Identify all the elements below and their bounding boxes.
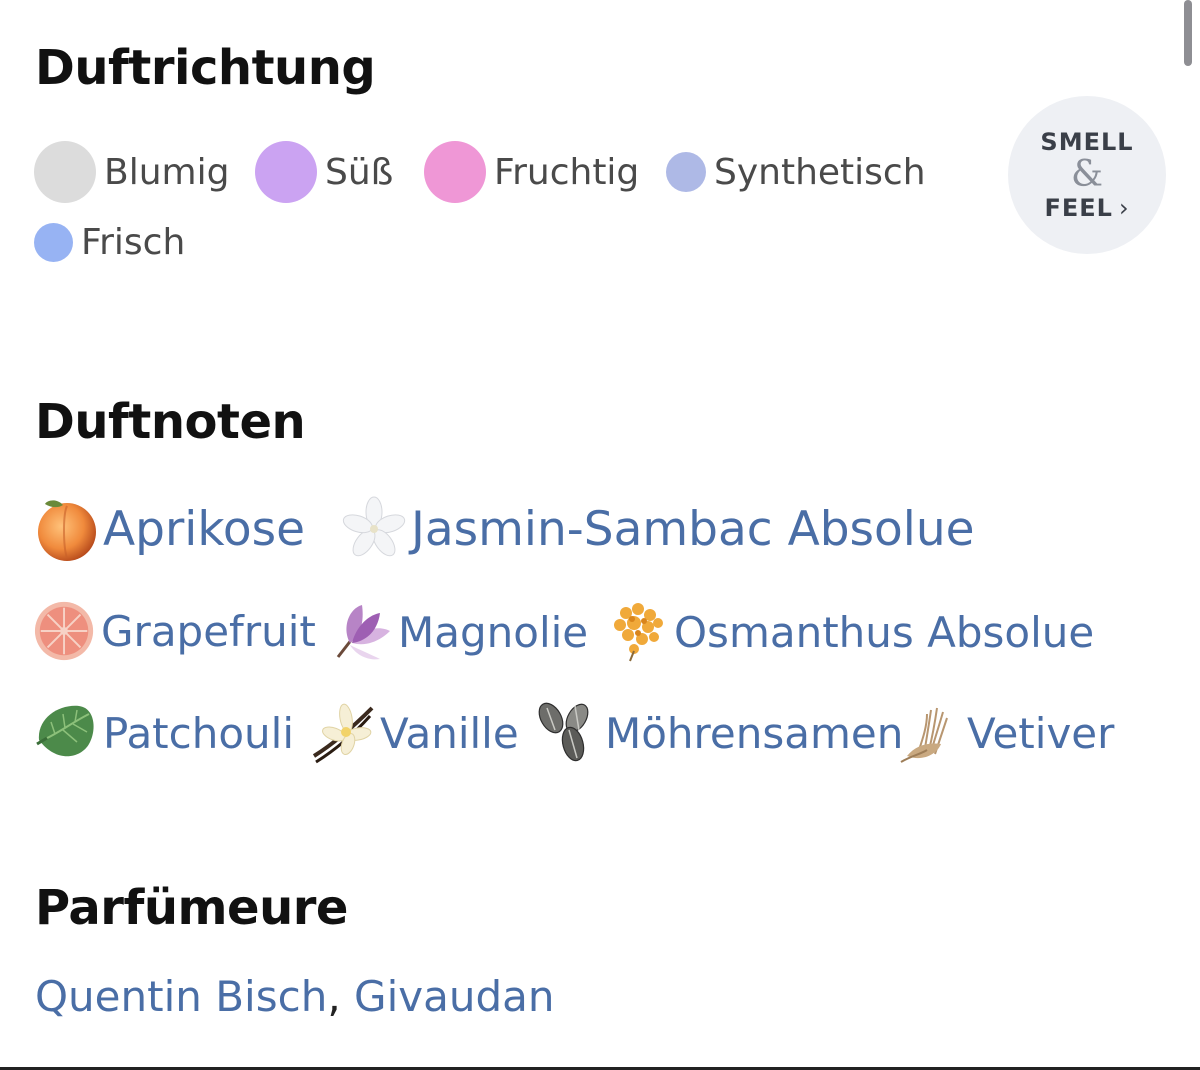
- note-label: Patchouli: [103, 708, 295, 758]
- note-grapefruit[interactable]: Grapefruit: [33, 599, 316, 663]
- accord-dot: [34, 222, 73, 262]
- perfumers-title: Parfümeure: [35, 880, 348, 936]
- note-label: Vanille: [380, 708, 519, 758]
- note-label: Osmanthus Absolue: [674, 607, 1095, 657]
- accord-dot: [34, 141, 96, 203]
- perfumer-list: Quentin Bisch, Givaudan: [35, 972, 555, 1021]
- accord-label: Blumig: [104, 151, 230, 193]
- perfume-details-page: Duftrichtung Blumig Süß Fruchtig Synthet…: [0, 0, 1200, 1070]
- note-osmanthus[interactable]: Osmanthus Absolue: [604, 599, 1094, 665]
- note-patchouli[interactable]: Patchouli: [33, 700, 294, 766]
- magnolia-icon: [336, 605, 390, 660]
- patchouli-leaf-icon: [36, 705, 94, 757]
- notes-title: Duftnoten: [35, 394, 306, 450]
- accord-label: Süß: [325, 151, 394, 193]
- smell-and-feel-button[interactable]: SMELL & FEEL ›: [1008, 96, 1166, 254]
- accord-label: Frisch: [81, 221, 186, 263]
- osmanthus-icon: [614, 603, 663, 662]
- ampersand: &: [1070, 154, 1104, 195]
- vanilla-icon: [312, 703, 374, 764]
- accord-dot: [255, 141, 317, 203]
- note-label: Jasmin-Sambac Absolue: [411, 501, 975, 557]
- note-vanille[interactable]: Vanille: [310, 700, 519, 766]
- accords-title: Duftrichtung: [35, 40, 376, 96]
- accord-suess: Süß: [255, 140, 393, 204]
- note-jasmin[interactable]: Jasmin-Sambac Absolue: [341, 496, 975, 562]
- note-vetiver[interactable]: Vetiver: [897, 700, 1114, 766]
- note-label: Grapefruit: [101, 606, 316, 656]
- perfumer-link[interactable]: Givaudan: [354, 972, 554, 1021]
- accord-synthetisch: Synthetisch: [666, 140, 926, 204]
- feel-label: FEEL: [1044, 194, 1113, 222]
- accord-fruchtig: Fruchtig: [424, 140, 639, 204]
- accord-dot: [666, 152, 706, 192]
- feel-row: FEEL ›: [1044, 194, 1129, 222]
- jasmine-icon: [342, 496, 406, 557]
- note-label: Möhrensamen: [605, 708, 904, 758]
- perfumer-separator: ,: [327, 972, 341, 1021]
- carrot-seeds-icon: [538, 702, 589, 762]
- apricot-icon: [38, 500, 96, 561]
- grapefruit-icon: [34, 601, 94, 661]
- scrollbar[interactable]: [1184, 0, 1192, 66]
- accord-label: Fruchtig: [494, 151, 640, 193]
- accord-label: Synthetisch: [714, 151, 926, 193]
- perfumer-link[interactable]: Quentin Bisch: [35, 972, 327, 1021]
- note-magnolie[interactable]: Magnolie: [328, 599, 588, 665]
- note-moehrensamen[interactable]: Möhrensamen: [535, 700, 903, 766]
- accord-dot: [424, 141, 486, 203]
- smell-label: SMELL: [1040, 128, 1134, 156]
- accord-frisch: Frisch: [34, 210, 185, 274]
- note-aprikose[interactable]: Aprikose: [33, 496, 305, 562]
- note-label: Magnolie: [398, 607, 589, 657]
- chevron-right-icon: ›: [1118, 194, 1130, 222]
- accord-blumig: Blumig: [34, 140, 229, 204]
- note-label: Vetiver: [967, 708, 1115, 758]
- note-label: Aprikose: [103, 501, 306, 557]
- vetiver-root-icon: [900, 707, 948, 763]
